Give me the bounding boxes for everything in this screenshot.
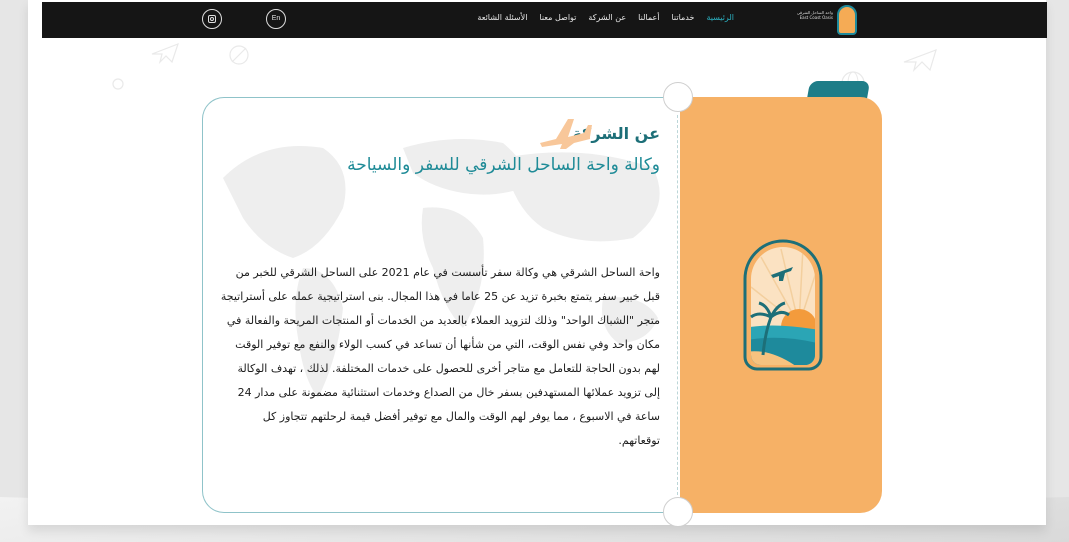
airplane-icon [540,119,592,149]
top-navbar: واحة الساحل الشرقي East Coast Oasis الرئ… [42,2,1047,38]
airplane-doodle-right-icon [903,49,937,72]
nav-link-about[interactable]: عن الشركة [588,13,626,22]
ticket-notch-bottom [663,497,693,527]
ticket-notch-top [663,82,693,112]
map-pin-doodle-icon [112,78,124,90]
ticket-perforation [677,115,678,495]
logo-text: واحة الساحل الشرقي East Coast Oasis [796,10,833,20]
site-logo[interactable]: واحة الساحل الشرقي East Coast Oasis [787,5,857,35]
logo-emblem-icon [837,5,857,35]
about-content: عن الشركة وكالة واحة الساحل الشرقي للسفر… [220,119,660,453]
nav-link-services[interactable]: خدماتنا [671,13,694,22]
nav-link-contact[interactable]: تواصل معنا [539,13,576,22]
nav-link-works[interactable]: أعمالنا [638,13,659,22]
title-row: عن الشركة [220,119,660,149]
airplane-doodle-icon [151,42,179,64]
instagram-lens [210,17,214,21]
about-paragraph: واحة الساحل الشرقي هي وكالة سفر تأسست في… [220,266,660,447]
nav-link-home[interactable]: الرئيسية [706,13,734,22]
nav-link-faq[interactable]: الأسئلة الشائعة [477,13,527,22]
about-ticket-card: عن الشركة وكالة واحة الساحل الشرقي للسفر… [202,81,882,527]
nav-links: الرئيسية خدماتنا أعمالنا عن الشركة تواصل… [477,13,734,22]
no-sign-doodle-icon [229,45,249,65]
instagram-icon[interactable] [202,9,222,29]
beach-emblem-icon [743,239,823,371]
company-subtitle: وكالة واحة الساحل الشرقي للسفر والسياحة [347,155,660,175]
language-toggle-button[interactable]: En [266,9,286,29]
